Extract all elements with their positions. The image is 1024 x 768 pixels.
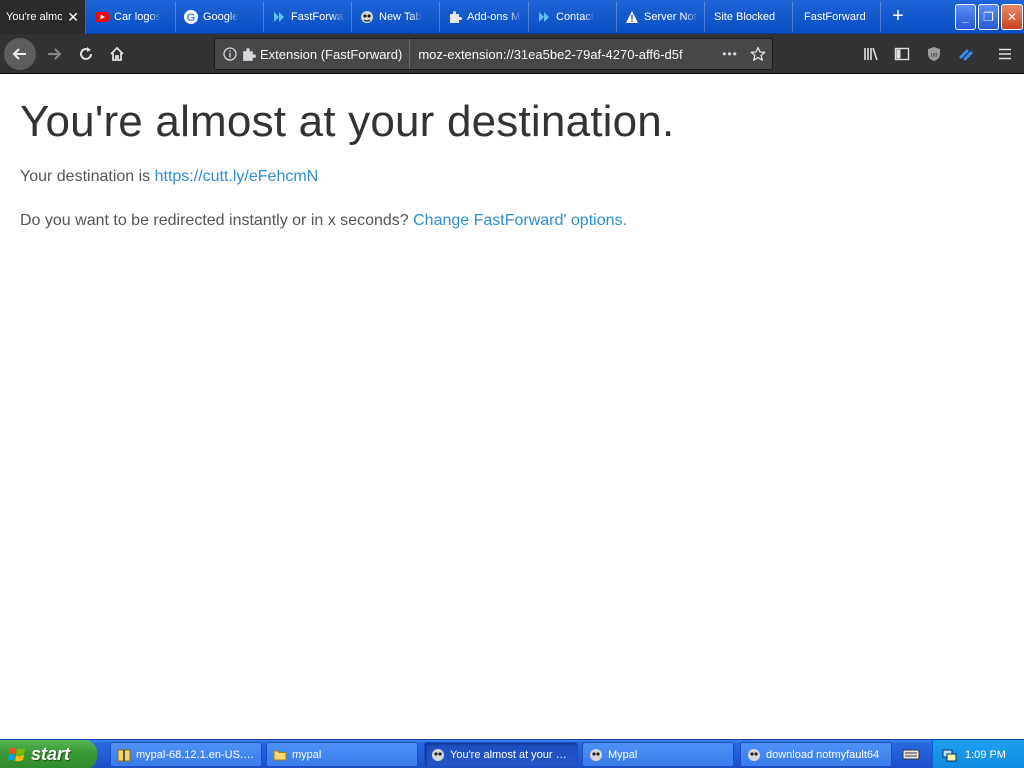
close-tab-icon[interactable]: ✕: [67, 9, 79, 26]
library-button[interactable]: [855, 38, 887, 70]
taskbar-item-label: mypal-68.12.1.en-US.win32: [136, 748, 255, 761]
menu-button[interactable]: [989, 38, 1021, 70]
new-tab-button[interactable]: +: [886, 6, 910, 28]
tab-label: Site Blocked: [714, 11, 776, 23]
forward-arrow-icon: [48, 48, 62, 60]
home-button[interactable]: [101, 38, 133, 70]
taskbar-item-mypal[interactable]: Mypal: [582, 742, 734, 767]
mypal-icon: [360, 10, 374, 24]
puzzle-icon: [448, 10, 462, 24]
url-text[interactable]: moz-extension://31ea5be2-79af-4270-aff6-…: [410, 47, 716, 62]
extension-puzzle-icon: [243, 47, 256, 61]
fastforward-extension-button[interactable]: [950, 38, 982, 70]
redirect-line: Do you want to be redirected instantly o…: [20, 212, 627, 230]
library-icon: [864, 47, 878, 61]
more-icon: •••: [722, 47, 738, 61]
taskbar: start mypal-68.12.1.en-US.win32 mypal Yo…: [0, 739, 1024, 768]
options-link[interactable]: Change FastForward' options.: [413, 212, 627, 229]
network-icon[interactable]: [941, 747, 957, 763]
clock[interactable]: 1:09 PM: [965, 749, 1006, 761]
archive-icon: [117, 748, 131, 762]
youtube-icon: [95, 10, 109, 24]
tab-car-logos[interactable]: Car logos: [89, 2, 176, 32]
restore-button[interactable]: ❐: [978, 4, 999, 30]
start-button[interactable]: start: [0, 740, 97, 768]
identity-label: Extension (FastForward): [260, 46, 403, 62]
tab-label: New Tab: [379, 11, 422, 23]
bookmark-star-button[interactable]: [744, 39, 772, 69]
hamburger-menu-icon: [999, 48, 1011, 60]
tab-fastforward-2[interactable]: FastForward: [795, 2, 881, 32]
close-icon: ✕: [1006, 10, 1018, 24]
tab-label: FastForward: [291, 11, 345, 23]
minimize-icon: _: [962, 10, 969, 24]
tab-label: FastForward: [804, 11, 866, 23]
tab-youre-almost[interactable]: You're almost at your destination ✕: [0, 0, 86, 34]
mypal-icon: [431, 748, 445, 762]
redirect-question: Do you want to be redirected instantly o…: [20, 212, 414, 229]
tab-strip: You're almost at your destination ✕ Car …: [0, 0, 1024, 34]
tab-add-ons[interactable]: Add-ons Manager: [442, 2, 529, 32]
warning-icon: [625, 10, 639, 24]
star-icon: [750, 46, 766, 61]
tab-label: Server Not Found: [644, 11, 698, 23]
back-arrow-icon: [12, 48, 26, 60]
reload-button[interactable]: [70, 38, 102, 70]
info-icon: [223, 47, 237, 61]
fastforward-icon: [959, 49, 973, 61]
taskbar-item-label: download notmyfault64: [766, 748, 880, 761]
start-label: start: [31, 744, 71, 764]
taskbar-item-label: Mypal: [608, 748, 638, 761]
sidebar-button[interactable]: [886, 38, 918, 70]
forward-button[interactable]: [38, 38, 70, 70]
back-button[interactable]: [4, 38, 36, 70]
tab-label: Contact: [556, 11, 594, 23]
page-actions-button[interactable]: •••: [716, 39, 744, 69]
restore-icon: ❐: [983, 10, 994, 24]
tab-label: Add-ons Manager: [467, 11, 522, 23]
tab-server-not-found[interactable]: Server Not Found: [619, 2, 705, 32]
sidebar-icon: [894, 47, 910, 61]
ublock-button[interactable]: uo: [918, 38, 950, 70]
tab-label: Car logos: [114, 11, 162, 23]
minimize-button[interactable]: _: [955, 4, 976, 30]
page-content: You're almost at your destination. Your …: [0, 75, 1024, 739]
taskbar-item-label: mypal: [292, 748, 322, 761]
tab-google[interactable]: G Google: [178, 2, 264, 32]
reload-icon: [80, 47, 92, 60]
page-title: You're almost at your destination.: [20, 97, 675, 146]
tab-site-blocked[interactable]: Site Blocked: [707, 2, 793, 32]
site-identity-box[interactable]: Extension (FastForward): [215, 39, 411, 69]
fastforward-icon: [537, 10, 551, 24]
svg-text:uo: uo: [931, 53, 938, 59]
destination-prefix: Your destination is: [20, 168, 155, 185]
taskbar-item-label: You're almost at your destination: [450, 748, 571, 761]
fastforward-icon: [272, 10, 286, 24]
navigation-toolbar: Extension (FastForward) moz-extension://…: [0, 34, 1024, 74]
tab-new-tab[interactable]: New Tab: [354, 2, 440, 32]
url-bar[interactable]: Extension (FastForward) moz-extension://…: [214, 38, 773, 70]
tab-fastforward[interactable]: FastForward: [266, 2, 352, 32]
tab-label: You're almost at your destination: [6, 11, 62, 23]
google-icon: G: [184, 10, 198, 24]
folder-icon: [273, 748, 287, 762]
keyboard-layout-icon[interactable]: [902, 746, 920, 762]
windows-logo-icon: [8, 747, 25, 761]
tab-contact[interactable]: Contact: [531, 2, 617, 32]
close-window-button[interactable]: ✕: [1001, 4, 1023, 30]
mypal-icon: [747, 748, 761, 762]
destination-link[interactable]: https://cutt.ly/eFehcmN: [155, 168, 319, 185]
taskbar-item-mypal-archive[interactable]: mypal-68.12.1.en-US.win32: [110, 742, 262, 767]
system-tray: 1:09 PM: [932, 740, 1024, 768]
taskbar-item-youre-almost[interactable]: You're almost at your destination: [424, 742, 578, 767]
home-icon: [110, 46, 124, 61]
taskbar-item-download[interactable]: download notmyfault64: [740, 742, 892, 767]
ublock-shield-icon: uo: [928, 47, 940, 61]
tab-label: Google: [203, 11, 239, 23]
destination-line: Your destination is https://cutt.ly/eFeh…: [20, 168, 318, 186]
mypal-icon: [589, 748, 603, 762]
taskbar-item-mypal-folder[interactable]: mypal: [266, 742, 418, 767]
svg-text:G: G: [187, 12, 196, 24]
